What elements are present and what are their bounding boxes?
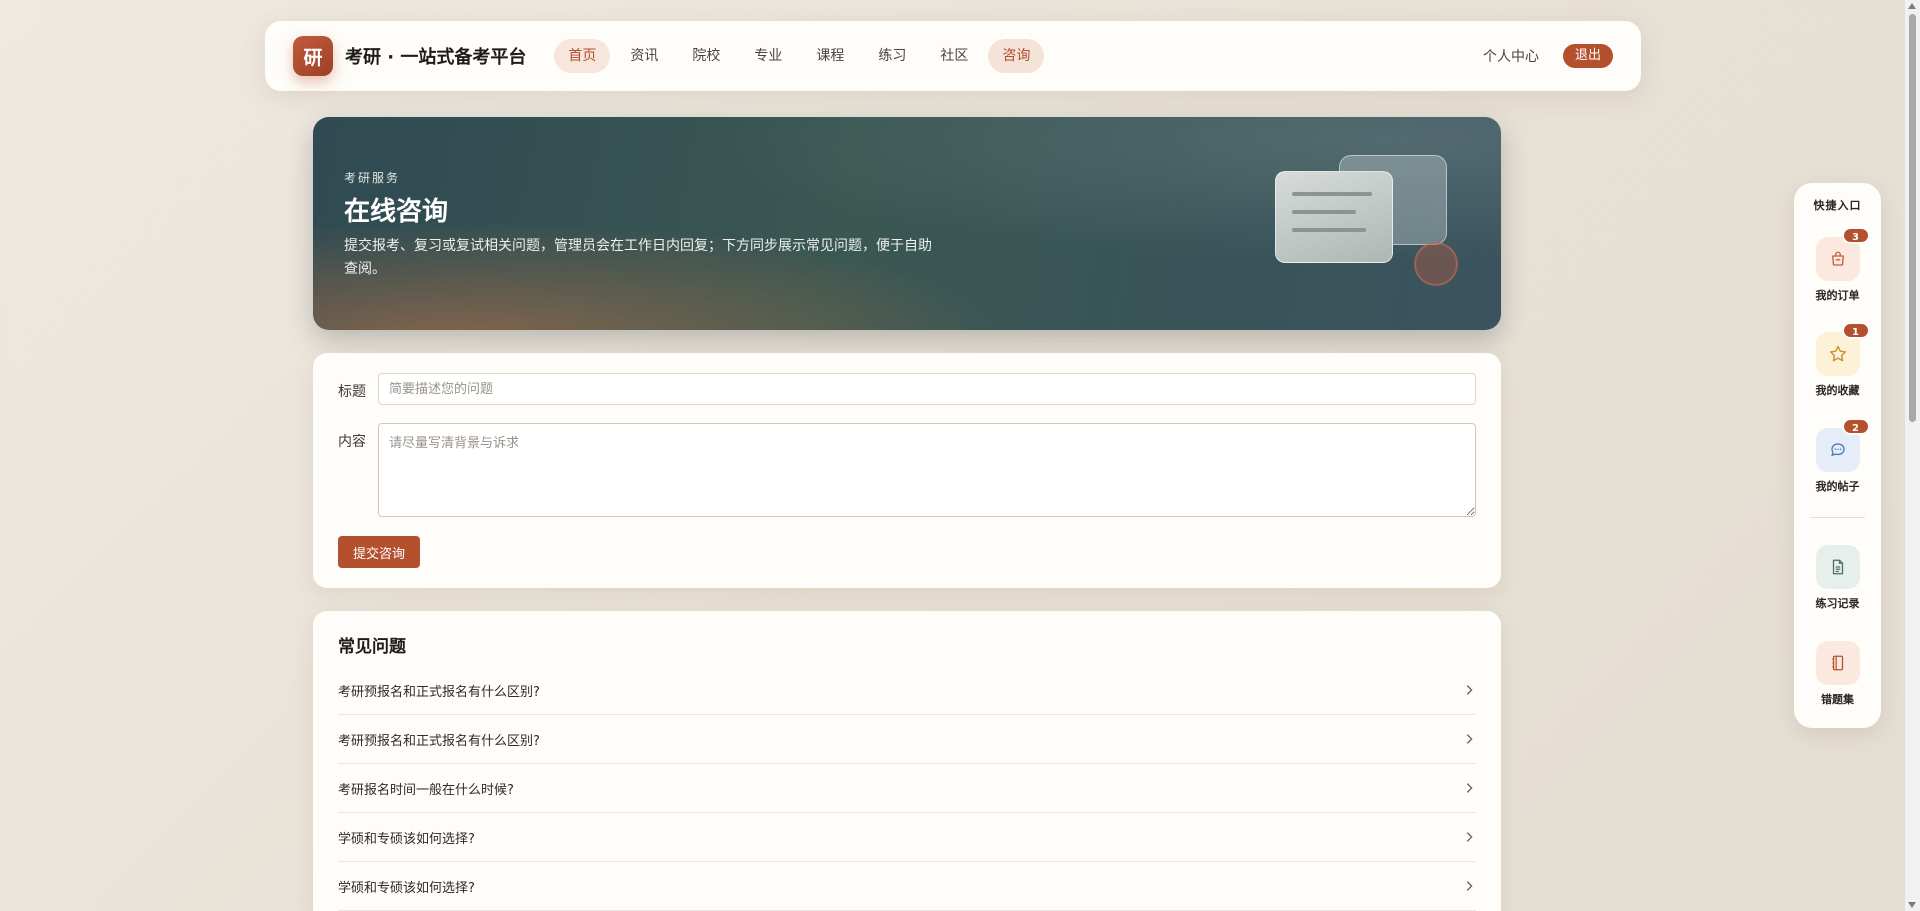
nav-link-practice[interactable]: 练习 — [864, 39, 920, 73]
title-input[interactable] — [378, 373, 1476, 405]
hero-eyebrow: 考研服务 — [344, 171, 401, 185]
quick-item-practice-records[interactable]: 练习记录 — [1794, 545, 1881, 611]
nav-link-majors[interactable]: 专业 — [740, 39, 796, 73]
nav-link-consult[interactable]: 咨询 — [988, 39, 1045, 73]
card-line — [1292, 228, 1366, 232]
posts-badge: 2 — [1841, 418, 1870, 435]
hero-dot-shape — [1414, 242, 1458, 286]
chevron-right-icon — [1466, 832, 1473, 842]
quick-divider — [1810, 517, 1865, 518]
nav-link-schools[interactable]: 院校 — [678, 39, 734, 73]
nav-link-home[interactable]: 首页 — [554, 39, 611, 73]
favorites-badge: 1 — [1841, 322, 1870, 339]
page-title: 在线咨询 — [344, 197, 449, 227]
nav-link-community[interactable]: 社区 — [926, 39, 982, 73]
faq-item[interactable]: 考研报名时间一般在什么时候? — [338, 764, 1476, 813]
hero-banner: 考研服务 在线咨询 提交报考、复习或复试相关问题，管理员会在工作日内回复；下方同… — [313, 117, 1501, 330]
quick-label: 我的收藏 — [1815, 384, 1860, 397]
faq-question: 学硕和专硕该如何选择? — [338, 831, 475, 847]
page-scrollbar[interactable] — [1905, 0, 1920, 911]
faq-item[interactable]: 考研预报名和正式报名有什么区别? — [338, 666, 1476, 715]
quick-label: 我的订单 — [1815, 289, 1860, 302]
hero-description: 提交报考、复习或复试相关问题，管理员会在工作日内回复；下方同步展示常见问题，便于… — [344, 238, 932, 277]
user-center-link[interactable]: 个人中心 — [1483, 46, 1539, 66]
nav-links: 首页 资讯 院校 专业 课程 练习 社区 咨询 — [554, 39, 1045, 73]
faq-question: 考研预报名和正式报名有什么区别? — [338, 684, 540, 700]
quick-item-favorites[interactable]: 1 我的收藏 — [1794, 322, 1881, 398]
faq-title: 常见问题 — [338, 637, 406, 657]
chevron-right-icon — [1466, 734, 1473, 744]
chevron-right-icon — [1466, 685, 1473, 695]
quick-access-title: 快捷入口 — [1813, 199, 1862, 212]
quick-icon-box — [1815, 641, 1860, 685]
scroll-thumb[interactable] — [1909, 14, 1916, 422]
notebook-icon — [1831, 655, 1843, 671]
quick-label: 错题集 — [1821, 693, 1854, 706]
scroll-up-icon[interactable] — [1908, 3, 1916, 9]
logout-button[interactable]: 退出 — [1562, 44, 1613, 68]
scroll-down-icon[interactable] — [1908, 902, 1916, 908]
logo-icon[interactable]: 研 — [293, 36, 333, 76]
chevron-right-icon — [1466, 783, 1473, 793]
content-textarea[interactable] — [378, 423, 1476, 517]
quick-icon-box: 2 — [1815, 418, 1870, 472]
quick-label: 我的帖子 — [1815, 480, 1860, 493]
brand-title[interactable]: 考研 · 一站式备考平台 — [345, 43, 526, 69]
top-navbar: 研 考研 · 一站式备考平台 首页 资讯 院校 专业 课程 练习 社区 咨询 个… — [265, 21, 1641, 91]
quick-icon-box — [1815, 545, 1860, 589]
card-line — [1292, 192, 1372, 196]
quick-access-panel: 快捷入口 3 我的订单 1 我的收藏 2 我的帖子 练习记录 错题集 — [1794, 183, 1881, 728]
quick-item-mistakes[interactable]: 错题集 — [1794, 641, 1881, 707]
quick-item-posts[interactable]: 2 我的帖子 — [1794, 418, 1881, 494]
hero-illustration-icon — [1275, 155, 1458, 290]
faq-list: 考研预报名和正式报名有什么区别? 考研预报名和正式报名有什么区别? 考研报名时间… — [338, 666, 1476, 911]
faq-item[interactable]: 考研预报名和正式报名有什么区别? — [338, 715, 1476, 764]
nav-right: 个人中心 退出 — [1483, 44, 1613, 68]
shopping-bag-icon — [1831, 251, 1844, 266]
submit-consult-button[interactable]: 提交咨询 — [338, 536, 421, 568]
consult-form: 标题 内容 提交咨询 — [313, 353, 1501, 588]
title-label: 标题 — [338, 384, 366, 400]
chevron-right-icon — [1466, 881, 1473, 891]
nav-link-news[interactable]: 资讯 — [616, 39, 672, 73]
card-line — [1292, 210, 1356, 214]
nav-link-courses[interactable]: 课程 — [802, 39, 858, 73]
quick-item-orders[interactable]: 3 我的订单 — [1794, 227, 1881, 303]
star-icon — [1829, 345, 1846, 362]
faq-item[interactable]: 学硕和专硕该如何选择? — [338, 813, 1476, 862]
faq-item[interactable]: 学硕和专硕该如何选择? — [338, 862, 1476, 911]
quick-label: 练习记录 — [1815, 597, 1860, 610]
quick-icon-box: 1 — [1815, 322, 1870, 376]
orders-badge: 3 — [1841, 227, 1870, 244]
quick-icon-box: 3 — [1815, 227, 1870, 281]
content-label: 内容 — [338, 434, 366, 450]
document-icon — [1832, 559, 1843, 575]
chat-bubble-icon — [1830, 443, 1845, 456]
faq-question: 考研报名时间一般在什么时候? — [338, 782, 514, 798]
faq-question: 学硕和专硕该如何选择? — [338, 880, 475, 896]
card-front-shape — [1275, 171, 1393, 263]
faq-question: 考研预报名和正式报名有什么区别? — [338, 733, 540, 749]
faq-section: 常见问题 考研预报名和正式报名有什么区别? 考研预报名和正式报名有什么区别? 考… — [313, 611, 1501, 911]
